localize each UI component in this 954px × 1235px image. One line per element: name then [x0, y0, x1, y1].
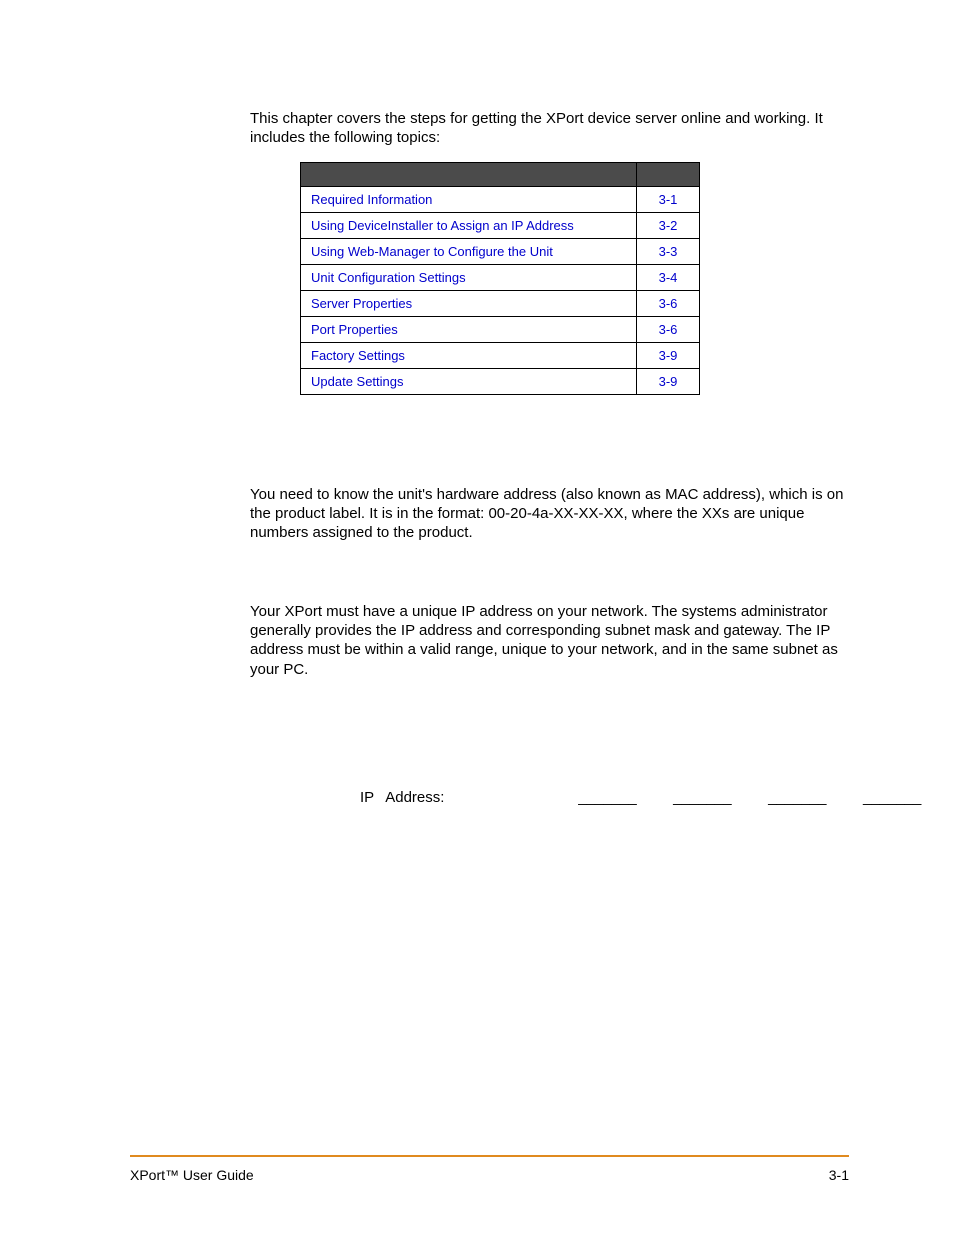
- toc-page-link[interactable]: 3-6: [659, 296, 678, 311]
- toc-row: Update Settings 3-9: [301, 368, 700, 394]
- toc-page-link[interactable]: 3-9: [659, 374, 678, 389]
- toc-page-link[interactable]: 3-6: [659, 322, 678, 337]
- toc-header-topic: [301, 162, 637, 186]
- toc-link[interactable]: Server Properties: [311, 296, 412, 311]
- toc-page-link[interactable]: 3-9: [659, 348, 678, 363]
- toc-link[interactable]: Unit Configuration Settings: [311, 270, 466, 285]
- ip-address-blanks: IP Address: _______ _______ _______ ____…: [360, 789, 849, 806]
- table-of-contents: Required Information 3-1 Using DeviceIns…: [300, 162, 700, 395]
- toc-link[interactable]: Update Settings: [311, 374, 404, 389]
- toc-row: Using DeviceInstaller to Assign an IP Ad…: [301, 212, 700, 238]
- toc-header-page: [637, 162, 700, 186]
- toc-row: Server Properties 3-6: [301, 290, 700, 316]
- toc-row: Unit Configuration Settings 3-4: [301, 264, 700, 290]
- toc-link[interactable]: Using DeviceInstaller to Assign an IP Ad…: [311, 218, 574, 233]
- toc-link[interactable]: Port Properties: [311, 322, 398, 337]
- hardware-address-body: You need to know the unit's hardware add…: [250, 485, 849, 543]
- toc-page-link[interactable]: 3-1: [659, 192, 678, 207]
- toc-row: Required Information 3-1: [301, 186, 700, 212]
- toc-link[interactable]: Using Web-Manager to Configure the Unit: [311, 244, 553, 259]
- toc-row: Port Properties 3-6: [301, 316, 700, 342]
- toc-link[interactable]: Required Information: [311, 192, 432, 207]
- toc-page-link[interactable]: 3-3: [659, 244, 678, 259]
- footer-left: XPort™ User Guide: [130, 1167, 254, 1183]
- footer-rule: [130, 1155, 849, 1157]
- document-page: This chapter covers the steps for gettin…: [0, 0, 954, 1235]
- ip-address-body: Your XPort must have a unique IP address…: [250, 602, 849, 679]
- page-footer: XPort™ User Guide 3-1: [130, 1167, 849, 1183]
- toc-row: Using Web-Manager to Configure the Unit …: [301, 238, 700, 264]
- intro-paragraph: This chapter covers the steps for gettin…: [250, 110, 849, 148]
- toc-page-link[interactable]: 3-4: [659, 270, 678, 285]
- toc-page-link[interactable]: 3-2: [659, 218, 678, 233]
- footer-right: 3-1: [829, 1167, 849, 1183]
- toc-link[interactable]: Factory Settings: [311, 348, 405, 363]
- toc-row: Factory Settings 3-9: [301, 342, 700, 368]
